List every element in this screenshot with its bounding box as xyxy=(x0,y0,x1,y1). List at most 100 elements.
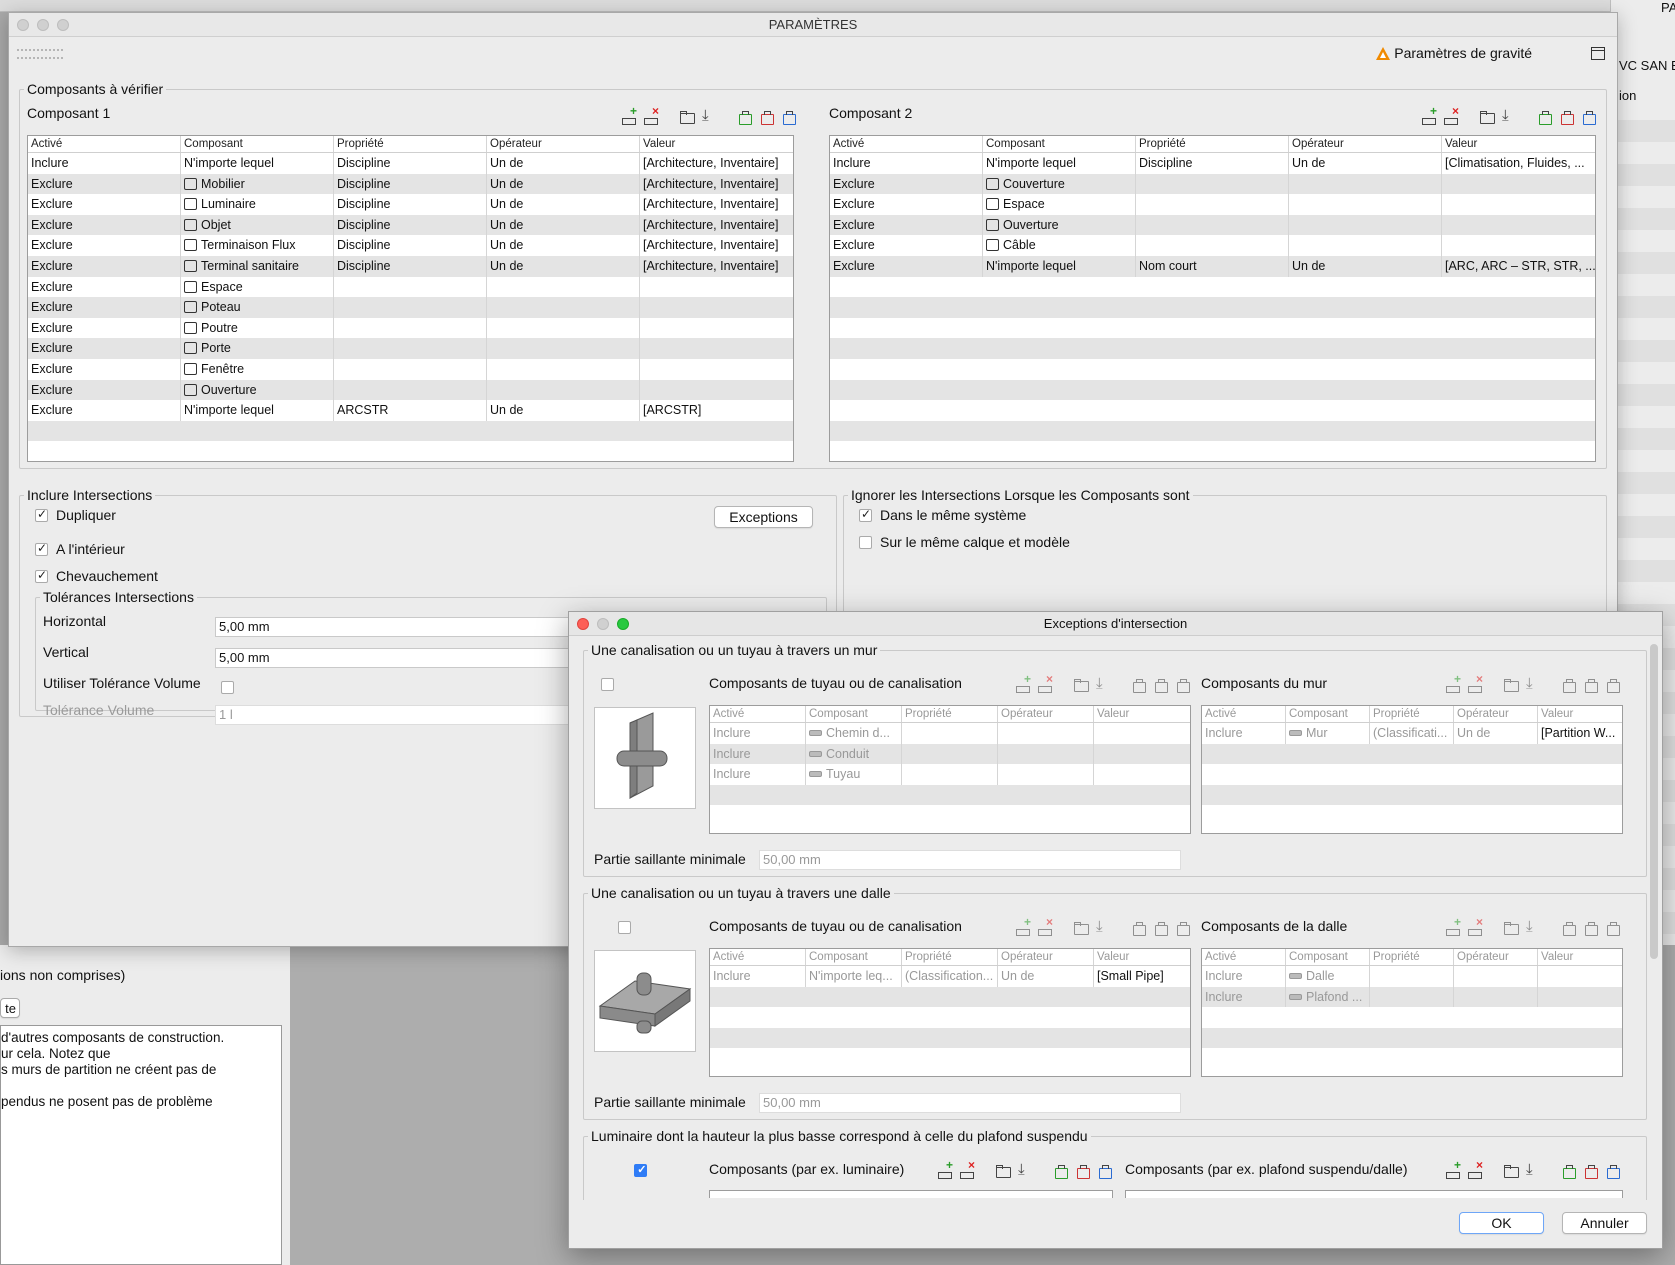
table-row[interactable]: Inclure Plafond ... xyxy=(1202,986,1622,1008)
zoom-button[interactable] xyxy=(57,19,69,31)
table-cell-value[interactable]: [Architecture, Inventaire] xyxy=(640,194,793,215)
table-cell-value[interactable]: [Architecture, Inventaire] xyxy=(640,235,793,256)
drag-handle[interactable] xyxy=(17,49,63,59)
table-cell-component[interactable]: Ouverture xyxy=(181,379,334,401)
table-cell-value[interactable] xyxy=(1094,764,1190,785)
table-cell-active[interactable]: Exclure xyxy=(28,317,181,339)
edit-set-icon[interactable] xyxy=(1605,920,1621,936)
table-cell-value[interactable]: [Architecture, Inventaire] xyxy=(640,153,793,174)
table-cell-component[interactable]: Luminaire xyxy=(181,194,334,215)
table-cell-operator[interactable] xyxy=(998,764,1094,785)
add-set-icon[interactable] xyxy=(1561,920,1577,936)
overlap-checkbox[interactable]: Chevauchement xyxy=(35,568,158,584)
table-cell-value[interactable] xyxy=(1094,723,1190,744)
table-row[interactable]: Exclure Espace xyxy=(28,276,793,298)
table-cell-operator[interactable]: Un de xyxy=(1289,153,1442,174)
edit-set-icon[interactable] xyxy=(1175,920,1191,936)
table-cell-active[interactable]: Inclure xyxy=(1202,723,1286,744)
import-icon[interactable] xyxy=(1017,1161,1033,1179)
table-row[interactable]: Inclure Tuyau xyxy=(710,764,1190,785)
table-cell-value[interactable]: [Climatisation, Fluides, ... xyxy=(1442,153,1595,174)
table-cell-component[interactable]: Fenêtre xyxy=(181,358,334,380)
table-row[interactable]: Inclure Chemin d... xyxy=(710,723,1190,744)
table-cell-active[interactable]: Exclure xyxy=(28,255,181,277)
table-cell-value[interactable]: [ARC, ARC – STR, STR, ... xyxy=(1442,256,1595,277)
table-cell-component[interactable]: N'importe lequel xyxy=(983,153,1136,174)
zoom-button[interactable] xyxy=(617,618,629,630)
delete-row-icon[interactable] xyxy=(1037,672,1053,693)
table-cell-property[interactable] xyxy=(902,743,998,765)
add-set-icon[interactable] xyxy=(1537,109,1553,125)
table-cell-operator[interactable]: Un de xyxy=(487,153,640,174)
table-cell-active[interactable]: Exclure xyxy=(830,214,983,236)
table-row[interactable]: Exclure Mobilier Discipline Un de [Architect… xyxy=(28,173,793,195)
table-cell-property[interactable]: Nom court xyxy=(1136,255,1289,277)
table-cell-value[interactable]: [Architecture, Inventaire] xyxy=(640,215,793,236)
import-icon[interactable] xyxy=(1525,1161,1541,1179)
table-cell-operator[interactable] xyxy=(1289,235,1442,256)
table-cell-property[interactable]: Discipline xyxy=(334,255,487,277)
add-row-icon[interactable] xyxy=(1445,672,1461,693)
table-row[interactable]: Inclure Conduit xyxy=(710,743,1190,765)
table-cell-active[interactable]: Exclure xyxy=(28,235,181,256)
remove-set-icon[interactable] xyxy=(1559,109,1575,125)
remove-set-icon[interactable] xyxy=(759,109,775,125)
table-cell-property[interactable]: Discipline xyxy=(334,173,487,195)
table-cell-component[interactable]: Espace xyxy=(181,276,334,298)
table-cell-active[interactable]: Inclure xyxy=(710,764,806,785)
table-cell-component[interactable]: Porte xyxy=(181,338,334,359)
table-row[interactable]: Exclure Terminaison Flux Discipline Un de [A… xyxy=(28,235,793,256)
table-row[interactable]: Inclure Dalle xyxy=(1202,966,1622,987)
table-cell-property[interactable] xyxy=(334,297,487,318)
table-row[interactable]: Exclure Luminaire Discipline Un de [Architec… xyxy=(28,194,793,215)
add-row-icon[interactable] xyxy=(937,1158,953,1179)
table-cell-active[interactable]: Exclure xyxy=(28,379,181,401)
edit-set-icon[interactable] xyxy=(1605,677,1621,693)
delete-row-icon[interactable] xyxy=(1467,915,1483,936)
edit-set-icon[interactable] xyxy=(1175,677,1191,693)
duplicate-checkbox[interactable]: Dupliquer xyxy=(35,507,116,523)
table-cell-operator[interactable]: Un de xyxy=(487,235,640,256)
table-cell-operator[interactable] xyxy=(998,743,1094,765)
table-cell-property[interactable]: Discipline xyxy=(334,153,487,174)
table-cell-value[interactable] xyxy=(640,277,793,298)
wall-exception-checkbox[interactable] xyxy=(601,678,614,691)
table-cell-active[interactable]: Inclure xyxy=(28,153,181,174)
table-cell-property[interactable] xyxy=(334,338,487,359)
table-cell-value[interactable]: [Small Pipe] xyxy=(1094,966,1190,987)
scrollbar[interactable] xyxy=(1650,644,1658,959)
import-icon[interactable] xyxy=(701,107,717,125)
table-row[interactable]: Exclure Objet Discipline Un de [Architecture… xyxy=(28,214,793,236)
table-cell-value[interactable]: [ARCSTR] xyxy=(640,400,793,421)
table-row[interactable]: Exclure Fenêtre xyxy=(28,358,793,380)
table-cell-value[interactable] xyxy=(640,338,793,359)
table-cell-operator[interactable] xyxy=(487,297,640,318)
add-set-icon[interactable] xyxy=(1561,677,1577,693)
inside-checkbox[interactable]: A l'intérieur xyxy=(35,541,125,557)
table-cell-property[interactable] xyxy=(334,379,487,401)
table-cell-active[interactable]: Inclure xyxy=(710,966,806,987)
table-cell-component[interactable]: Conduit xyxy=(806,743,902,765)
min-protrusion-input[interactable]: 50,00 mm xyxy=(759,850,1181,870)
table-cell-component[interactable]: Chemin d... xyxy=(806,723,902,744)
add-set-icon[interactable] xyxy=(737,109,753,125)
min-protrusion-input[interactable]: 50,00 mm xyxy=(759,1093,1181,1113)
table-row[interactable]: Exclure Porte xyxy=(28,338,793,359)
open-folder-icon[interactable] xyxy=(1503,920,1519,936)
table-row[interactable]: Exclure N'importe lequel Nom court Un de [AR… xyxy=(830,255,1595,277)
same-layer-checkbox[interactable]: Sur le même calque et modèle xyxy=(859,534,1070,550)
same-system-checkbox[interactable]: Dans le même système xyxy=(859,507,1026,523)
table-cell-value[interactable] xyxy=(1442,194,1595,215)
open-folder-icon[interactable] xyxy=(679,109,695,125)
background-button[interactable]: te xyxy=(0,998,20,1018)
use-volume-checkbox[interactable] xyxy=(221,681,234,694)
table-cell-operator[interactable] xyxy=(487,276,640,298)
table-cell-active[interactable]: Exclure xyxy=(830,235,983,256)
lamp-exception-checkbox[interactable] xyxy=(634,1163,648,1177)
table-cell-value[interactable] xyxy=(640,380,793,401)
table-cell-property[interactable] xyxy=(334,317,487,339)
table-cell-component[interactable]: Tuyau xyxy=(806,764,902,785)
open-folder-icon[interactable] xyxy=(1503,677,1519,693)
add-set-icon[interactable] xyxy=(1053,1163,1069,1179)
table-cell-property[interactable] xyxy=(1136,194,1289,215)
